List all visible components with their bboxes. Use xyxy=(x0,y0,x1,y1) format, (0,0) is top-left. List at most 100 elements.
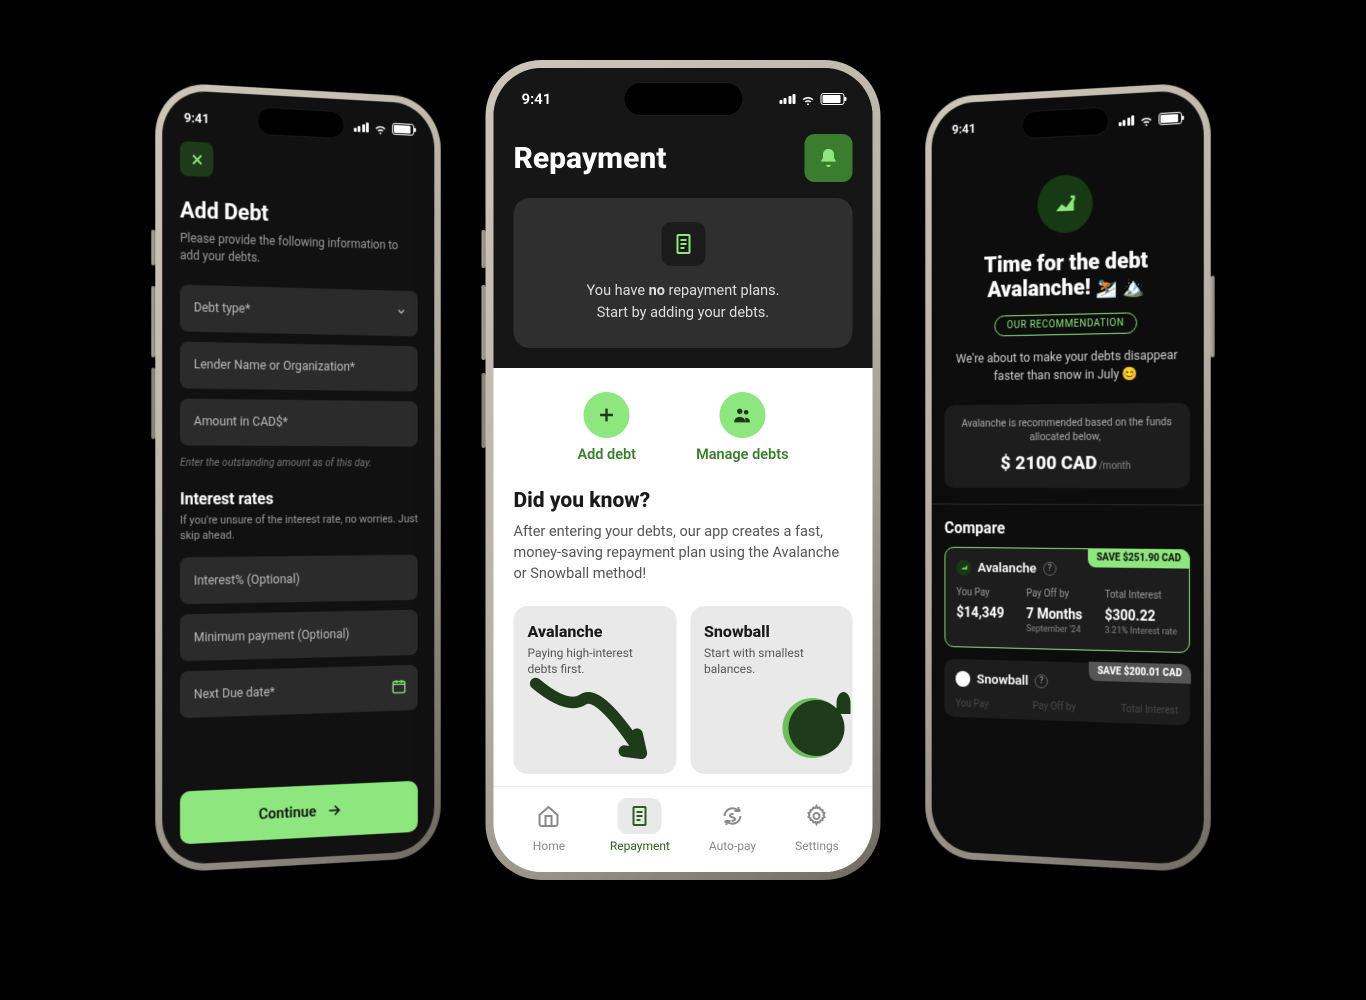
avalanche-card[interactable]: Avalanche Paying high-interest debts fir… xyxy=(514,606,677,774)
funds-note: Avalanche is recommended based on the fu… xyxy=(954,415,1180,446)
people-icon xyxy=(731,404,753,426)
downtrend-icon xyxy=(524,673,654,768)
close-button[interactable] xyxy=(180,141,213,177)
empty-text: You have no repayment plans. Start by ad… xyxy=(532,280,835,324)
smile-emoji: 😊 xyxy=(1122,367,1138,382)
stat-label: Pay Off by xyxy=(1026,588,1082,600)
min-payment-input[interactable]: Minimum payment (Optional) xyxy=(180,610,418,662)
empty-state-card: You have no repayment plans. Start by ad… xyxy=(514,198,853,348)
divider xyxy=(932,503,1204,505)
stat-value: $14,349 xyxy=(956,605,1004,622)
interest-heading: Interest rates xyxy=(180,488,418,508)
home-icon xyxy=(537,804,561,828)
plus-icon xyxy=(596,404,618,426)
stat-value: 7 Months xyxy=(1026,606,1082,623)
field-label: Interest% (Optional) xyxy=(194,572,300,589)
gear-icon xyxy=(805,804,829,828)
tab-autopay[interactable]: Auto-pay xyxy=(709,798,756,853)
plan-name: Snowball xyxy=(977,671,1029,688)
stat-label: You Pay xyxy=(956,587,1004,599)
battery-icon xyxy=(1159,112,1183,125)
phone-avalanche: 9:41 Time for the debt Avalanche! ⛷️ 🏔️ xyxy=(925,82,1210,874)
wifi-icon xyxy=(801,92,816,107)
autopay-icon xyxy=(720,804,744,828)
tab-home[interactable]: Home xyxy=(527,798,571,853)
status-time: 9:41 xyxy=(952,121,976,137)
plan-icon xyxy=(661,222,705,266)
notch xyxy=(1022,107,1110,140)
recommendation-badge: OUR RECOMMENDATION xyxy=(995,312,1137,336)
repayment-icon xyxy=(628,804,652,828)
interest-input[interactable]: Interest% (Optional) xyxy=(180,555,418,605)
snowball-card[interactable]: Snowball Start with smallest balances. xyxy=(690,606,853,774)
funds-amount: $ 2100 CAD/month xyxy=(954,450,1180,474)
stat-sub: 3.21% Interest rate xyxy=(1105,626,1178,638)
tab-label: Repayment xyxy=(610,839,670,853)
field-label: Next Due date* xyxy=(194,685,275,703)
phone-add-debt: 9:41 Add Debt Please provide the followi… xyxy=(155,82,440,874)
plan-snowball[interactable]: SAVE $200.01 CAD Snowball ? You Pay Pay … xyxy=(944,659,1189,726)
did-you-know-body: After entering your debts, our app creat… xyxy=(514,521,853,584)
battery-icon xyxy=(821,93,845,105)
signal-icon xyxy=(1118,115,1134,126)
status-time: 9:41 xyxy=(184,110,209,127)
tab-bar: Home Repayment Auto-pay Settings xyxy=(494,786,873,872)
help-icon[interactable]: ? xyxy=(1043,562,1056,576)
phone-repayment: 9:41 Repayment xyxy=(486,60,881,880)
headline: Time for the debt Avalanche! ⛷️ 🏔️ xyxy=(944,247,1189,305)
tab-label: Home xyxy=(533,839,565,853)
page-title: Add Debt xyxy=(180,198,418,232)
calendar-icon xyxy=(391,678,407,699)
add-debt-label: Add debt xyxy=(577,446,636,463)
interest-subheading: If you're unsure of the interest rate, n… xyxy=(180,511,418,544)
save-badge: SAVE $200.01 CAD xyxy=(1089,662,1191,684)
save-badge: SAVE $251.90 CAD xyxy=(1088,548,1190,568)
tab-repayment[interactable]: Repayment xyxy=(610,798,670,853)
continue-label: Continue xyxy=(259,802,317,823)
mountain-emoji: 🏔️ xyxy=(1123,277,1145,299)
notch xyxy=(623,82,743,116)
amount-hint: Enter the outstanding amount as of this … xyxy=(180,455,418,469)
stat-label: Total Interest xyxy=(1121,704,1178,717)
notification-button[interactable] xyxy=(805,134,853,182)
tab-settings[interactable]: Settings xyxy=(795,798,839,853)
amount-input[interactable]: Amount in CAD$* xyxy=(180,398,418,446)
blurb: We're about to make your debts disappear… xyxy=(944,346,1189,387)
stat-label: Pay Off by xyxy=(1033,701,1076,713)
debt-type-select[interactable]: Debt type* xyxy=(180,284,418,336)
signal-icon xyxy=(353,122,368,133)
continue-button[interactable]: Continue xyxy=(180,781,418,845)
stat-label: Total Interest xyxy=(1105,590,1178,602)
notch xyxy=(257,107,345,140)
funds-box: Avalanche is recommended based on the fu… xyxy=(944,402,1189,488)
field-label: Lender Name or Organization* xyxy=(194,357,355,375)
avalanche-dot-icon xyxy=(956,560,971,576)
wifi-icon xyxy=(1139,112,1154,128)
plan-name: Avalanche xyxy=(978,560,1037,577)
manage-debts-button[interactable]: Manage debts xyxy=(696,392,788,463)
lender-input[interactable]: Lender Name or Organization* xyxy=(180,341,418,391)
field-label: Amount in CAD$* xyxy=(194,414,288,430)
compare-heading: Compare xyxy=(944,518,1189,539)
plan-avalanche[interactable]: SAVE $251.90 CAD Avalanche ? You Pay $14… xyxy=(944,547,1189,653)
chart-icon xyxy=(1038,174,1093,234)
card-title: Avalanche xyxy=(528,622,663,641)
skier-emoji: ⛷️ xyxy=(1096,278,1118,300)
card-title: Snowball xyxy=(704,622,839,641)
page-subtitle: Please provide the following information… xyxy=(180,230,418,272)
page-title: Repayment xyxy=(514,141,667,176)
add-debt-button[interactable]: Add debt xyxy=(577,392,636,463)
wifi-icon xyxy=(373,120,387,136)
next-due-input[interactable]: Next Due date* xyxy=(180,665,418,719)
signal-icon xyxy=(779,94,796,104)
help-icon[interactable]: ? xyxy=(1035,674,1048,688)
tab-label: Settings xyxy=(795,839,839,853)
tab-label: Auto-pay xyxy=(709,839,756,853)
did-you-know-heading: Did you know? xyxy=(514,489,853,513)
stat-label: You Pay xyxy=(956,698,989,710)
chevron-down-icon xyxy=(396,305,407,321)
stat-sub: September '24 xyxy=(1026,624,1082,635)
snowball-dot-icon xyxy=(956,671,971,687)
arrow-right-icon xyxy=(326,801,343,820)
field-label: Minimum payment (Optional) xyxy=(194,627,350,646)
